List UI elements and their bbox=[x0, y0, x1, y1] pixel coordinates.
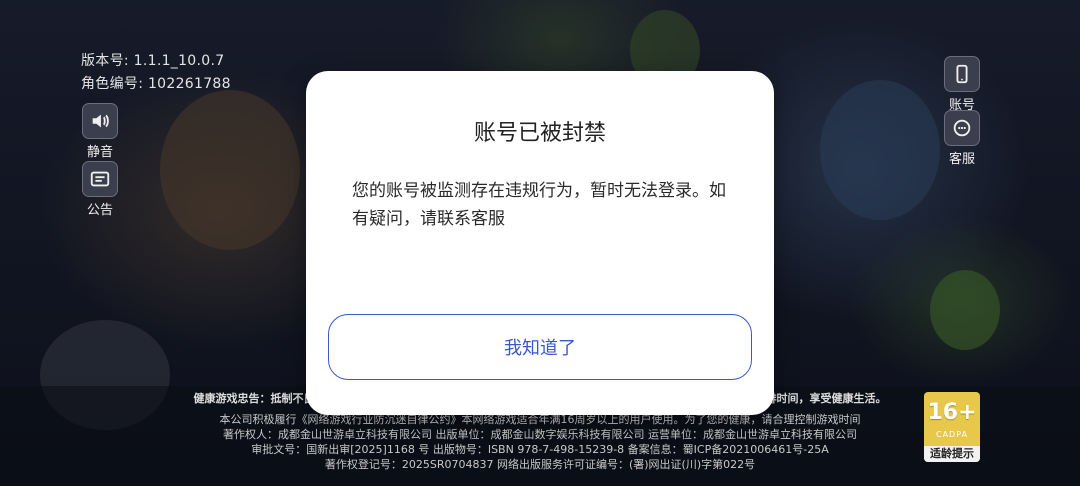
speaker-icon bbox=[82, 103, 118, 139]
customer-service-button[interactable]: 客服 bbox=[932, 110, 992, 167]
dialog-message: 您的账号被监测存在违规行为，暂时无法登录。如有疑问，请联系客服 bbox=[352, 181, 726, 229]
age-rating-number: 16+ bbox=[927, 400, 977, 425]
age-rating-badge[interactable]: 16+ CADPA 适龄提示 bbox=[924, 392, 980, 462]
announcement-icon bbox=[82, 161, 118, 197]
acknowledge-button[interactable]: 我知道了 bbox=[328, 314, 752, 380]
version-text: 版本号: 1.1.1_10.0.7 bbox=[81, 53, 225, 69]
copyright-info: 著作权人：成都金山世游卓立科技有限公司 出版单位：成都金山数字娱乐科技有限公司 … bbox=[223, 428, 857, 441]
phone-icon bbox=[944, 56, 980, 92]
ban-dialog: 账号已被封禁 您的账号被监测存在违规行为，暂时无法登录。如有疑问，请联系客服 我… bbox=[306, 71, 774, 415]
registration-info: 著作权登记号：2025SR0704837 网络出版服务许可证编号：(署)网出证(… bbox=[324, 458, 756, 471]
account-button[interactable]: 账号 bbox=[932, 56, 992, 113]
chat-icon bbox=[944, 110, 980, 146]
announcement-button[interactable]: 公告 bbox=[70, 161, 130, 218]
approval-info: 审批文号：国新出审[2025]1168 号 出版物号：ISBN 978-7-49… bbox=[251, 443, 829, 456]
dialog-title: 账号已被封禁 bbox=[473, 121, 606, 146]
mute-label: 静音 bbox=[86, 145, 113, 160]
announcement-label: 公告 bbox=[86, 203, 113, 218]
age-rating-org: CADPA bbox=[935, 430, 968, 439]
customer-service-label: 客服 bbox=[948, 152, 975, 167]
age-rating-tip: 适龄提示 bbox=[924, 446, 980, 462]
role-id-text: 角色编号: 102261788 bbox=[81, 76, 231, 92]
mute-button[interactable]: 静音 bbox=[70, 103, 130, 160]
